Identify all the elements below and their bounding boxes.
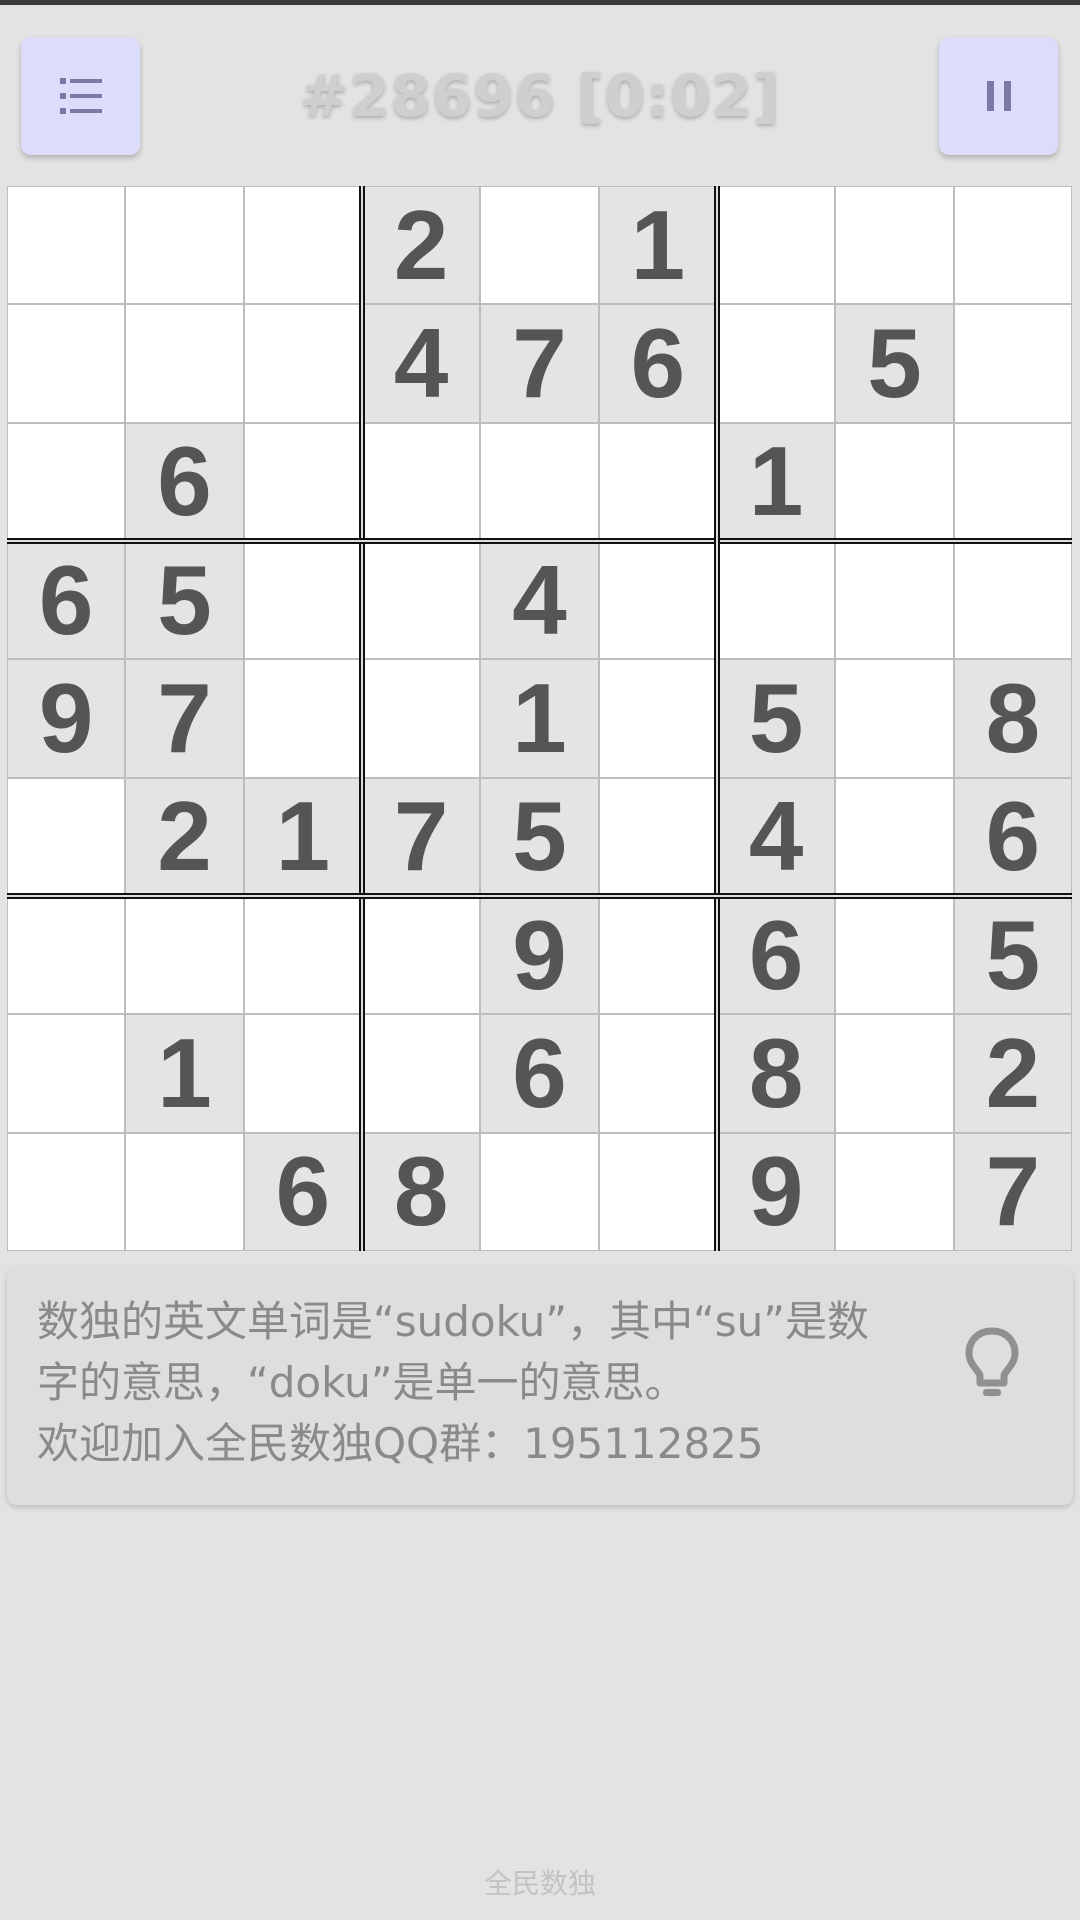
sudoku-cell[interactable]: 1 <box>599 187 716 304</box>
sudoku-cell[interactable]: 5 <box>836 305 953 422</box>
sudoku-cell[interactable]: 7 <box>954 1133 1071 1250</box>
sudoku-cell[interactable] <box>363 660 480 777</box>
sudoku-cell[interactable] <box>244 897 361 1014</box>
sudoku-cell[interactable] <box>954 423 1071 540</box>
sudoku-cell[interactable]: 7 <box>481 305 598 422</box>
sudoku-cell[interactable]: 1 <box>481 660 598 777</box>
sudoku-cell[interactable] <box>8 897 125 1014</box>
sudoku-cell[interactable] <box>244 423 361 540</box>
box-divider-vertical <box>714 186 720 1251</box>
footer-app-name: 全民数独 <box>483 1867 596 1900</box>
box-divider-horizontal <box>7 538 1072 544</box>
sudoku-cell[interactable] <box>244 542 361 659</box>
sudoku-cell[interactable] <box>836 778 953 895</box>
sudoku-cell[interactable] <box>599 423 716 540</box>
sudoku-cell[interactable]: 6 <box>954 778 1071 895</box>
sudoku-cell[interactable] <box>481 1133 598 1250</box>
box-divider-vertical <box>359 186 365 1251</box>
sudoku-cell[interactable]: 6 <box>244 1133 361 1250</box>
sudoku-cell[interactable] <box>8 187 125 304</box>
sudoku-cell[interactable]: 7 <box>126 660 243 777</box>
sudoku-cell[interactable] <box>363 423 480 540</box>
sudoku-cell[interactable]: 6 <box>8 542 125 659</box>
sudoku-cell[interactable] <box>363 897 480 1014</box>
sudoku-cell[interactable]: 2 <box>363 187 480 304</box>
sudoku-cell[interactable] <box>244 1015 361 1132</box>
sudoku-cell[interactable]: 4 <box>363 305 480 422</box>
sudoku-cell[interactable]: 4 <box>481 542 598 659</box>
sudoku-cell[interactable] <box>718 305 835 422</box>
pause-button[interactable] <box>939 37 1058 155</box>
sudoku-cell[interactable] <box>363 542 480 659</box>
box-divider-horizontal <box>7 893 1072 899</box>
sudoku-cell[interactable] <box>954 187 1071 304</box>
sudoku-cell[interactable] <box>8 423 125 540</box>
sudoku-cell[interactable]: 1 <box>126 1015 243 1132</box>
sudoku-cell[interactable] <box>836 187 953 304</box>
sudoku-cell[interactable]: 8 <box>954 660 1071 777</box>
tip-text: 数独的英文单词是“sudoku”，其中“su”是数 字的意思，“doku”是单一… <box>37 1297 870 1468</box>
sudoku-cell[interactable] <box>481 187 598 304</box>
menu-button[interactable] <box>21 37 140 155</box>
sudoku-cell[interactable] <box>8 1133 125 1250</box>
sudoku-cell[interactable]: 7 <box>363 778 480 895</box>
sudoku-cell[interactable] <box>244 187 361 304</box>
menu-list-icon <box>59 78 102 114</box>
sudoku-cell[interactable]: 4 <box>718 778 835 895</box>
pause-icon <box>986 81 1011 111</box>
sudoku-cell[interactable] <box>599 542 716 659</box>
sudoku-cell[interactable] <box>954 542 1071 659</box>
sudoku-cell[interactable]: 9 <box>718 1133 835 1250</box>
sudoku-cell[interactable] <box>126 1133 243 1250</box>
sudoku-cell[interactable]: 6 <box>481 1015 598 1132</box>
sudoku-cell[interactable]: 1 <box>244 778 361 895</box>
sudoku-cell[interactable]: 9 <box>481 897 598 1014</box>
sudoku-cell[interactable] <box>8 1015 125 1132</box>
sudoku-cell[interactable] <box>836 1133 953 1250</box>
sudoku-cell[interactable] <box>836 660 953 777</box>
sudoku-cell[interactable]: 5 <box>126 542 243 659</box>
sudoku-cell[interactable]: 2 <box>126 778 243 895</box>
sudoku-cell[interactable]: 6 <box>126 423 243 540</box>
sudoku-cell[interactable]: 8 <box>363 1133 480 1250</box>
puzzle-title-timer: #28696 [0:02] <box>299 62 781 130</box>
sudoku-cell[interactable] <box>8 305 125 422</box>
sudoku-cell[interactable]: 1 <box>718 423 835 540</box>
sudoku-cell[interactable] <box>836 542 953 659</box>
sudoku-cell[interactable] <box>126 305 243 422</box>
sudoku-cell[interactable]: 2 <box>954 1015 1071 1132</box>
sudoku-cell[interactable] <box>244 305 361 422</box>
sudoku-cell[interactable] <box>599 660 716 777</box>
sudoku-cell[interactable] <box>836 423 953 540</box>
sudoku-cell[interactable]: 6 <box>599 305 716 422</box>
sudoku-cell[interactable] <box>954 305 1071 422</box>
sudoku-cell[interactable] <box>718 187 835 304</box>
sudoku-board: 214765616549715821754696516826897 <box>7 186 1072 1251</box>
sudoku-cell[interactable]: 5 <box>481 778 598 895</box>
sudoku-cell[interactable] <box>599 1015 716 1132</box>
sudoku-cell[interactable] <box>599 1133 716 1250</box>
sudoku-cell[interactable] <box>836 1015 953 1132</box>
lightbulb-icon[interactable] <box>957 1323 1027 1403</box>
sudoku-cell[interactable]: 9 <box>8 660 125 777</box>
sudoku-cell[interactable] <box>481 423 598 540</box>
sudoku-cell[interactable] <box>599 897 716 1014</box>
sudoku-cell[interactable] <box>126 897 243 1014</box>
sudoku-cell[interactable]: 6 <box>718 897 835 1014</box>
sudoku-cell[interactable] <box>718 542 835 659</box>
sudoku-cell[interactable] <box>8 778 125 895</box>
sudoku-cell[interactable] <box>363 1015 480 1132</box>
sudoku-cell[interactable]: 8 <box>718 1015 835 1132</box>
sudoku-cell[interactable] <box>836 897 953 1014</box>
status-bar-strip <box>0 0 1080 5</box>
sudoku-cell[interactable] <box>126 187 243 304</box>
tip-card: 数独的英文单词是“sudoku”，其中“su”是数 字的意思，“doku”是单一… <box>7 1267 1073 1505</box>
sudoku-cell[interactable] <box>244 660 361 777</box>
sudoku-cell[interactable]: 5 <box>718 660 835 777</box>
sudoku-cell[interactable] <box>599 778 716 895</box>
sudoku-cell[interactable]: 5 <box>954 897 1071 1014</box>
